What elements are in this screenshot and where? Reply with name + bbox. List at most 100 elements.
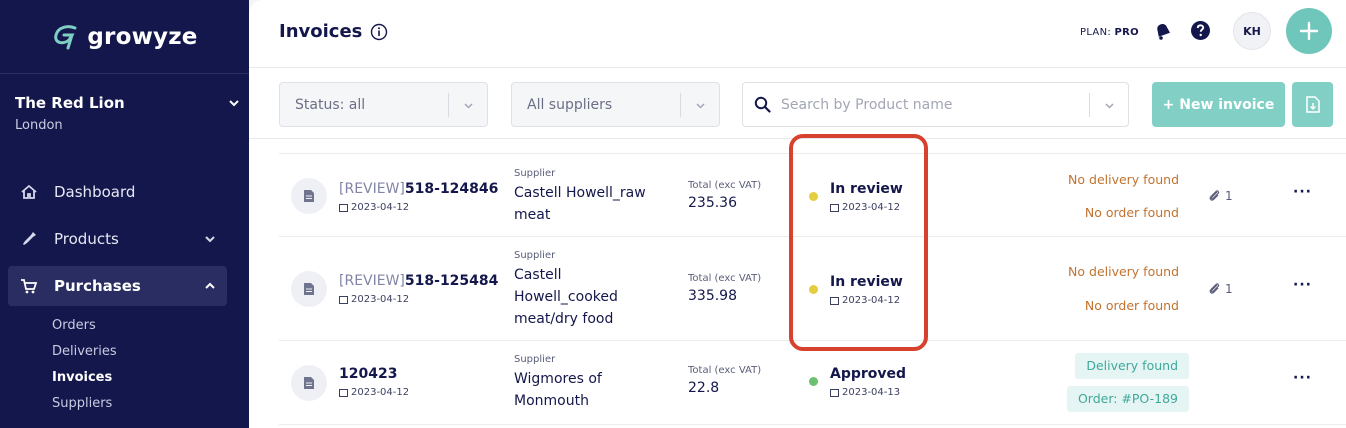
bell-icon[interactable]	[1153, 21, 1173, 41]
calendar-icon	[339, 389, 348, 397]
invoice-number[interactable]: [REVIEW]518-124846	[339, 181, 498, 197]
paperclip-icon	[1209, 283, 1220, 294]
invoice-date-text: 2023-04-12	[351, 202, 410, 213]
chevron-down-icon	[696, 103, 705, 109]
chevron-down-icon	[205, 236, 215, 243]
total-value: 335.98	[688, 288, 737, 304]
row-actions-menu[interactable]: ···	[1293, 277, 1312, 293]
invoice-date-text: 2023-04-12	[351, 387, 410, 398]
sidebar: growyze The Red Lion London Dashboard Pr…	[0, 0, 249, 428]
supplier-name: Castell Howell_cooked meat/dry food	[514, 267, 618, 327]
page-title: Invoices	[279, 21, 388, 42]
subnav-item-deliveries[interactable]: Deliveries	[0, 339, 249, 365]
invoice-number-text: 120423	[339, 366, 398, 382]
supplier-name: Castell Howell_raw meat	[514, 185, 646, 223]
page-header: Invoices PLAN: PRO KH	[249, 0, 1346, 68]
growyze-logo-icon	[54, 24, 77, 49]
nav-item-dashboard[interactable]: Dashboard	[8, 172, 227, 212]
status-date: 2023-04-13	[830, 387, 900, 398]
export-button[interactable]	[1292, 82, 1333, 127]
subnav-item-orders[interactable]: Orders	[0, 313, 249, 339]
nav-item-purchases[interactable]: Purchases	[8, 266, 227, 306]
invoice-number-text: 518-124846	[404, 181, 499, 197]
attachments-count-text: 1	[1225, 282, 1233, 296]
chevron-down-icon	[464, 103, 473, 109]
supplier-name: Wigmores of Monmouth	[514, 371, 602, 409]
order-match-status[interactable]: No order found	[1085, 298, 1179, 313]
attachments-count[interactable]: 1	[1208, 189, 1248, 203]
info-icon[interactable]	[370, 23, 388, 41]
delivery-found-badge[interactable]: Delivery found	[1075, 353, 1189, 379]
delivery-match-status[interactable]: No delivery found	[1068, 172, 1179, 187]
invoice-number[interactable]: 120423	[339, 366, 397, 382]
brand-name: growyze	[87, 23, 198, 50]
row-actions-menu[interactable]: ···	[1293, 370, 1312, 386]
status-badge: Approved	[830, 366, 907, 382]
user-avatar[interactable]: KH	[1233, 12, 1271, 50]
invoice-date-text: 2023-04-12	[351, 294, 410, 305]
status-badge: In review	[830, 274, 903, 290]
chevron-up-icon	[205, 282, 215, 289]
home-icon	[21, 184, 37, 199]
invoice-number-text: 518-125484	[404, 273, 499, 289]
nav-label-dashboard: Dashboard	[54, 183, 136, 201]
total-label: Total (exc VAT)	[688, 365, 762, 376]
plan-value: PRO	[1114, 27, 1139, 38]
venue-name: The Red Lion	[15, 94, 125, 112]
supplier-label: Supplier	[514, 250, 556, 261]
status-date-text: 2023-04-12	[842, 202, 901, 213]
invoice-table: [REVIEW]518-124846 2023-04-12 Supplier C…	[279, 139, 1346, 425]
invoice-number[interactable]: [REVIEW]518-125484	[339, 273, 498, 289]
total-label: Total (exc VAT)	[688, 273, 762, 284]
supplier-filter-value: All suppliers	[527, 96, 613, 113]
select-divider	[680, 93, 681, 117]
attachments-count[interactable]: 1	[1208, 282, 1248, 296]
invoice-date: 2023-04-12	[339, 387, 409, 398]
chevron-down-icon	[1105, 103, 1114, 109]
table-row[interactable]: [REVIEW]518-125484 2023-04-12 Supplier C…	[279, 237, 1346, 341]
calendar-icon	[830, 297, 839, 305]
nav-label-purchases: Purchases	[54, 277, 141, 295]
help-icon[interactable]	[1190, 20, 1211, 41]
order-link-badge[interactable]: Order: #PO-189	[1066, 386, 1189, 412]
search-placeholder: Search by Product name	[781, 96, 953, 113]
cart-icon	[21, 279, 38, 294]
supplier-filter-select[interactable]: All suppliers	[511, 82, 720, 127]
quick-add-button[interactable]	[1286, 8, 1332, 54]
order-match-status[interactable]: No order found	[1085, 205, 1179, 220]
status-dot	[809, 377, 818, 386]
search-icon	[754, 96, 771, 113]
new-invoice-button[interactable]: + New invoice	[1152, 82, 1285, 127]
status-date: 2023-04-12	[830, 295, 900, 306]
total-value: 235.36	[688, 195, 737, 211]
plan-indicator: PLAN: PRO	[1080, 27, 1139, 38]
delivery-match-status[interactable]: No delivery found	[1068, 264, 1179, 279]
status-date: 2023-04-12	[830, 202, 900, 213]
venue-switcher[interactable]: The Red Lion London	[0, 74, 249, 144]
subnav-item-invoices[interactable]: Invoices	[0, 365, 249, 391]
supplier-label: Supplier	[514, 354, 556, 365]
status-filter-value: Status: all	[295, 96, 366, 113]
status-filter-select[interactable]: Status: all	[279, 82, 488, 127]
total-label: Total (exc VAT)	[688, 180, 762, 191]
status-date-text: 2023-04-12	[842, 295, 901, 306]
plan-label: PLAN:	[1080, 27, 1112, 38]
row-actions-menu[interactable]: ···	[1293, 184, 1312, 200]
bottle-icon	[23, 232, 36, 245]
table-row[interactable]: 120423 2023-04-12 Supplier Wigmores of M…	[279, 341, 1346, 425]
table-row[interactable]: [REVIEW]518-124846 2023-04-12 Supplier C…	[279, 153, 1346, 237]
invoice-prefix: [REVIEW]	[339, 273, 405, 289]
attachments-count-text: 1	[1225, 189, 1233, 203]
nav-label-products: Products	[54, 230, 119, 248]
invoice-doc-icon	[291, 271, 327, 307]
filter-bar: Status: all All suppliers Search by Prod…	[249, 69, 1346, 139]
plus-icon	[1299, 21, 1319, 41]
brand-logo[interactable]: growyze	[0, 0, 249, 74]
subnav-item-suppliers[interactable]: Suppliers	[0, 391, 249, 417]
venue-city: London	[15, 118, 63, 133]
main-nav: Dashboard Products Purchases Orders Deli…	[0, 172, 249, 417]
nav-item-products[interactable]: Products	[8, 219, 227, 259]
calendar-icon	[339, 204, 348, 212]
product-search-input[interactable]: Search by Product name	[742, 82, 1129, 127]
total-value: 22.8	[688, 380, 720, 396]
